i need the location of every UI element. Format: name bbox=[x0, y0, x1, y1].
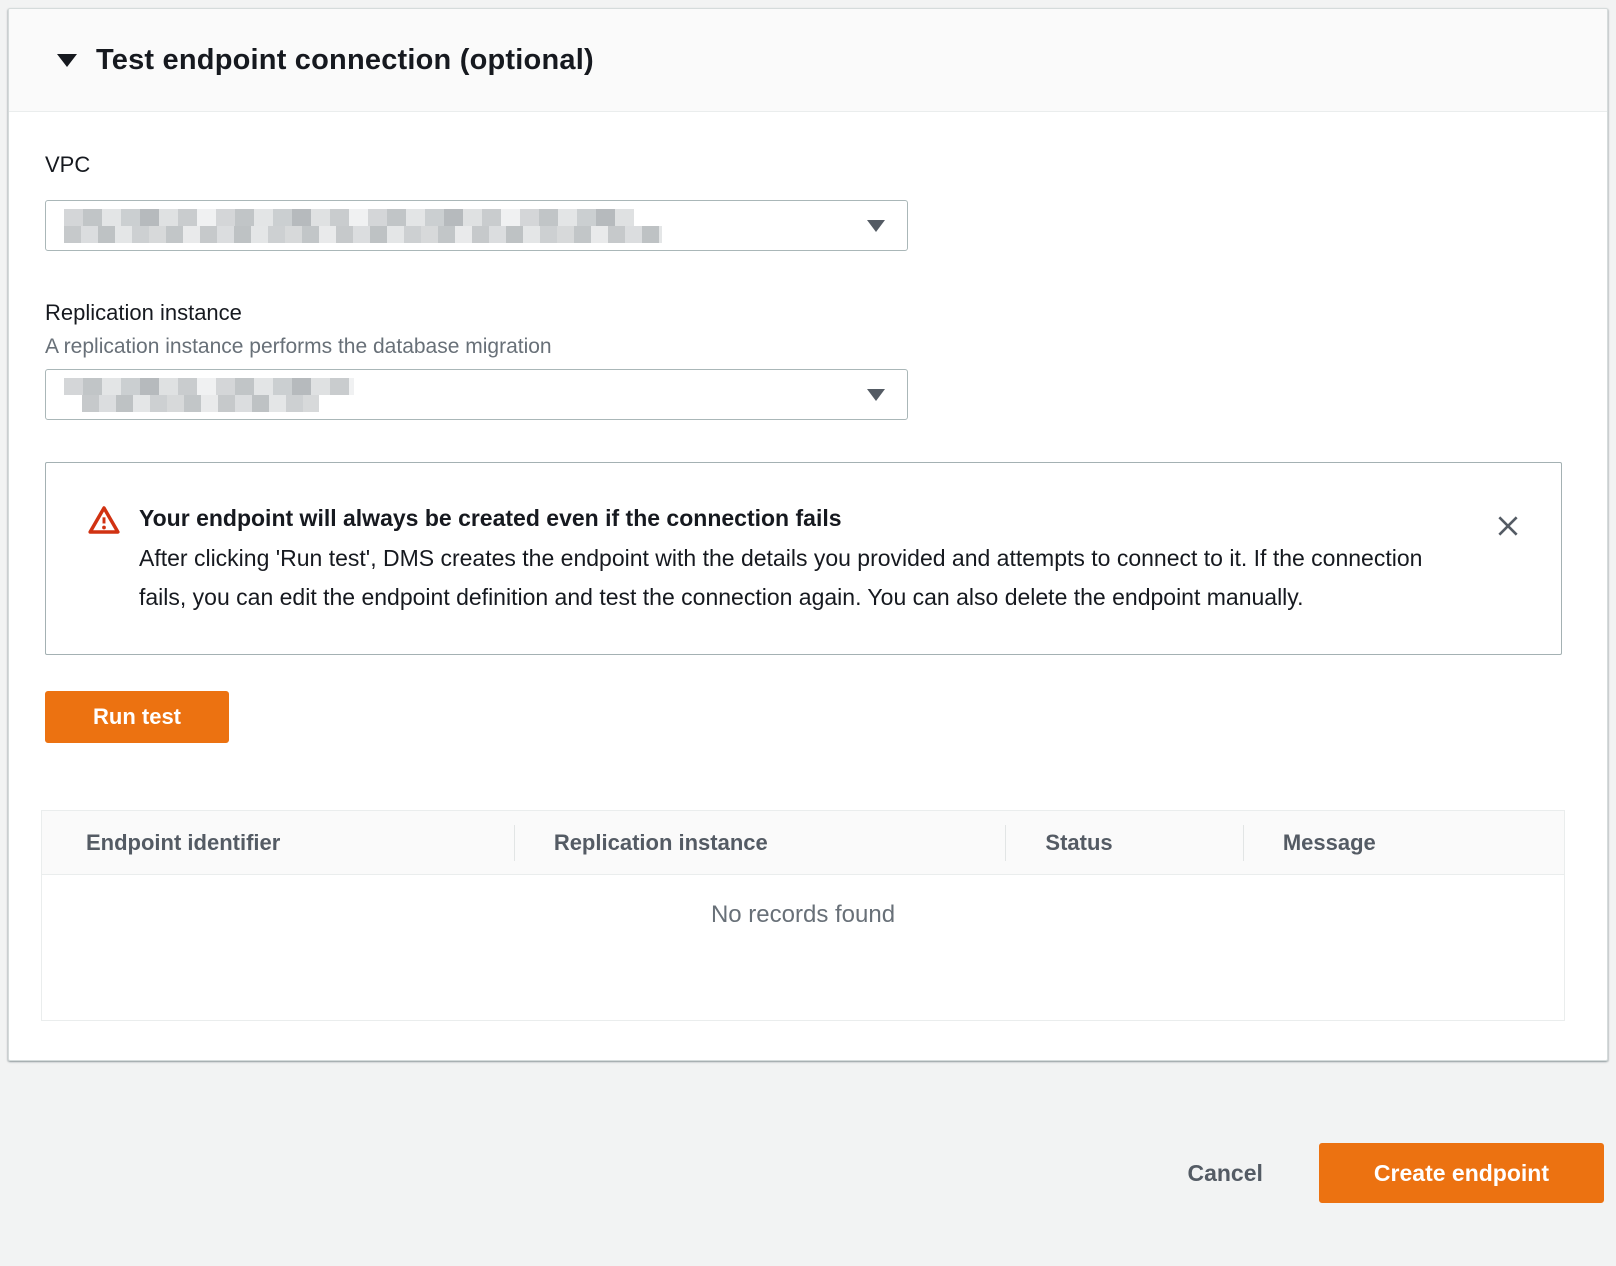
close-icon[interactable] bbox=[1491, 509, 1525, 543]
replication-instance-label: Replication instance bbox=[45, 299, 1562, 327]
vpc-field: VPC bbox=[45, 151, 1562, 251]
redaction-pixels bbox=[64, 378, 354, 395]
column-header-status: Status bbox=[1005, 811, 1242, 874]
column-header-endpoint-identifier: Endpoint identifier bbox=[42, 811, 514, 874]
redaction-pixels bbox=[82, 395, 319, 412]
replication-instance-field: Replication instance A replication insta… bbox=[45, 299, 1562, 420]
table-header-row: Endpoint identifier Replication instance… bbox=[42, 811, 1564, 875]
redaction-pixels bbox=[64, 209, 634, 226]
replication-instance-description: A replication instance performs the data… bbox=[45, 334, 1562, 360]
vpc-select[interactable] bbox=[45, 200, 908, 251]
warning-body: After clicking 'Run test', DMS creates t… bbox=[139, 539, 1431, 617]
column-header-message: Message bbox=[1243, 811, 1564, 874]
vpc-label: VPC bbox=[45, 151, 1562, 179]
triangle-down-icon bbox=[57, 54, 77, 67]
section-header-toggle[interactable]: Test endpoint connection (optional) bbox=[9, 9, 1607, 112]
page: Test endpoint connection (optional) VPC … bbox=[0, 8, 1616, 1203]
run-test-button[interactable]: Run test bbox=[45, 691, 229, 743]
warning-title: Your endpoint will always be created eve… bbox=[139, 503, 1431, 533]
section-body: VPC Replication instance A replication i… bbox=[9, 151, 1607, 1060]
cancel-button[interactable]: Cancel bbox=[1187, 1160, 1262, 1187]
form-actions-footer: Cancel Create endpoint bbox=[0, 1143, 1616, 1203]
dropdown-arrow-icon bbox=[867, 389, 885, 401]
create-endpoint-button[interactable]: Create endpoint bbox=[1319, 1143, 1604, 1203]
dropdown-arrow-icon bbox=[867, 220, 885, 232]
redaction-pixels bbox=[64, 226, 662, 243]
test-results-table: Endpoint identifier Replication instance… bbox=[41, 810, 1565, 1021]
warning-content: Your endpoint will always be created eve… bbox=[139, 503, 1491, 617]
warning-alert: Your endpoint will always be created eve… bbox=[45, 462, 1562, 655]
empty-state-message: No records found bbox=[711, 901, 895, 928]
section-title: Test endpoint connection (optional) bbox=[96, 44, 594, 77]
test-endpoint-panel: Test endpoint connection (optional) VPC … bbox=[8, 8, 1608, 1061]
replication-selected-value-redacted bbox=[64, 378, 354, 412]
table-empty-state: No records found bbox=[42, 875, 1564, 1020]
replication-instance-select[interactable] bbox=[45, 369, 908, 420]
vpc-selected-value-redacted bbox=[64, 209, 662, 243]
warning-triangle-icon bbox=[88, 505, 120, 540]
column-header-replication-instance: Replication instance bbox=[514, 811, 1006, 874]
